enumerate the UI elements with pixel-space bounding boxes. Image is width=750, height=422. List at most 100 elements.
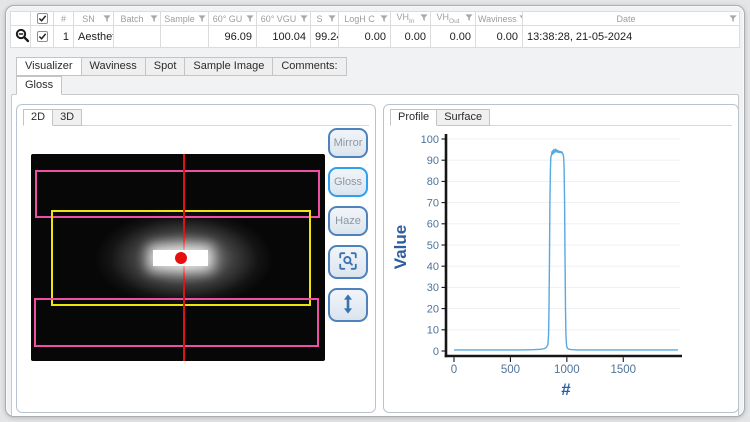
- column-label-batch: Batch: [116, 14, 148, 24]
- cell-loghc: 0.00: [339, 26, 391, 48]
- column-header-vgu60[interactable]: 60° VGU: [257, 12, 311, 26]
- cell-s: 99.24: [311, 26, 339, 48]
- svg-text:100: 100: [421, 134, 439, 146]
- column-label-waviness: Waviness: [478, 14, 517, 24]
- svg-text:500: 500: [501, 364, 520, 376]
- cell-batch: [114, 26, 161, 48]
- filter-icon[interactable]: [150, 15, 158, 23]
- results-table: #SNBatch Sample 60° GU 60° VGUS LogH C VHIn VH…: [10, 11, 740, 48]
- main-tabstrip: VisualizerWavinessSpotSample ImageCommen…: [10, 57, 740, 76]
- filter-icon[interactable]: [519, 15, 523, 23]
- tab-3d[interactable]: 3D: [52, 109, 82, 126]
- svg-text:10: 10: [427, 325, 439, 337]
- column-header-sample[interactable]: Sample: [161, 12, 209, 26]
- column-label-vhin: VHIn: [393, 12, 418, 25]
- center-marker-dot: [175, 252, 187, 264]
- side-button-column: Mirror Gloss Haze: [328, 128, 368, 322]
- svg-text:20: 20: [427, 303, 439, 315]
- cell-gu60: 96.09: [209, 26, 257, 48]
- filter-icon[interactable]: [420, 14, 428, 22]
- cell-date: 13:38:28, 21-05-2024: [523, 26, 740, 48]
- view-2d-card: 2D3D Mirror Gloss Haze: [16, 104, 376, 413]
- tab-spot[interactable]: Spot: [145, 57, 186, 76]
- vertical-span-button[interactable]: [328, 288, 368, 322]
- svg-text:80: 80: [427, 176, 439, 188]
- filter-icon[interactable]: [300, 15, 308, 23]
- row-select-checkbox[interactable]: [37, 31, 48, 42]
- tab-profile[interactable]: Profile: [390, 109, 437, 126]
- column-header-vhin[interactable]: VHIn: [391, 12, 431, 26]
- cell-sn: Aesthetix: [74, 26, 114, 48]
- cell-num: 1: [54, 26, 74, 48]
- roi-pink-bottom: [34, 298, 319, 347]
- view-tabstrip: 2D3D: [23, 109, 369, 126]
- sample-camera-image[interactable]: [31, 154, 325, 361]
- column-header-vhout[interactable]: VHOut: [431, 12, 476, 26]
- column-header-loghc[interactable]: LogH C: [339, 12, 391, 26]
- zoom-region-icon: [337, 250, 359, 275]
- column-label-date: Date: [525, 14, 727, 24]
- app-window: #SNBatchSample60° GU60° VGUSLogH CVHInVH…: [5, 5, 745, 417]
- y-axis-label: Value: [391, 225, 410, 269]
- mirror-button[interactable]: Mirror: [328, 128, 368, 158]
- cell-vgu60: 100.04: [257, 26, 311, 48]
- cell-select[interactable]: [31, 26, 54, 48]
- svg-text:30: 30: [427, 282, 439, 294]
- column-label-loghc: LogH C: [341, 14, 378, 24]
- gloss-button[interactable]: Gloss: [328, 167, 368, 197]
- column-label-s: S: [313, 14, 326, 24]
- select-all-checkbox[interactable]: [37, 13, 48, 24]
- svg-text:0: 0: [451, 364, 457, 376]
- column-header-batch[interactable]: Batch: [114, 12, 161, 26]
- chart-tabstrip: ProfileSurface: [390, 109, 732, 126]
- x-axis-label: #: [561, 380, 571, 399]
- cell-rowheader[interactable]: [11, 26, 31, 48]
- cell-vhin: 0.00: [391, 26, 431, 48]
- column-header-date[interactable]: Date: [523, 12, 740, 26]
- vertical-span-icon: [337, 293, 359, 318]
- tab-2d[interactable]: 2D: [23, 109, 53, 126]
- filter-icon[interactable]: [198, 15, 206, 23]
- filter-icon[interactable]: [465, 14, 473, 22]
- filter-icon[interactable]: [328, 15, 336, 23]
- tab-surface[interactable]: Surface: [436, 109, 490, 126]
- filter-icon[interactable]: [103, 15, 111, 23]
- column-label-gu60: 60° GU: [211, 14, 244, 24]
- tab-sample-image[interactable]: Sample Image: [184, 57, 273, 76]
- column-header-s[interactable]: S: [311, 12, 339, 26]
- cell-waviness: 0.00: [476, 26, 523, 48]
- table-header-row: #SNBatch Sample 60° GU 60° VGUS LogH C VHIn VH…: [11, 12, 740, 26]
- column-header-num[interactable]: #: [54, 12, 74, 26]
- column-header-select[interactable]: [31, 12, 54, 26]
- tab-visualizer[interactable]: Visualizer: [16, 57, 82, 76]
- column-header-rowheader: [11, 12, 31, 26]
- filter-icon[interactable]: [729, 15, 737, 23]
- column-label-vhout: VHOut: [433, 12, 463, 25]
- svg-text:70: 70: [427, 197, 439, 209]
- column-label-num: #: [56, 14, 71, 24]
- haze-button[interactable]: Haze: [328, 206, 368, 236]
- column-label-sample: Sample: [163, 14, 196, 24]
- svg-text:1000: 1000: [554, 364, 580, 376]
- svg-text:0: 0: [433, 346, 439, 358]
- tab-gloss[interactable]: Gloss: [16, 76, 62, 95]
- svg-text:40: 40: [427, 261, 439, 273]
- column-header-sn[interactable]: SN: [74, 12, 114, 26]
- zoom-out-row-icon[interactable]: [15, 34, 30, 46]
- zoom-region-button[interactable]: [328, 245, 368, 279]
- filter-icon[interactable]: [380, 15, 388, 23]
- column-header-waviness[interactable]: Waviness: [476, 12, 523, 26]
- cell-vhout: 0.00: [431, 26, 476, 48]
- tab-comments[interactable]: Comments:: [272, 57, 346, 76]
- svg-text:50: 50: [427, 240, 439, 252]
- svg-text:90: 90: [427, 155, 439, 167]
- svg-text:60: 60: [427, 219, 439, 231]
- cell-sample: [161, 26, 209, 48]
- tab-waviness[interactable]: Waviness: [81, 57, 146, 76]
- visualizer-panel: 2D3D Mirror Gloss Haze: [11, 94, 739, 417]
- profile-line-chart[interactable]: 0102030405060708090100050010001500Value#: [384, 125, 738, 412]
- gloss-tabstrip: Gloss: [10, 76, 740, 95]
- table-row[interactable]: 1Aesthetix96.09100.0499.240.000.000.000.…: [11, 26, 740, 48]
- column-header-gu60[interactable]: 60° GU: [209, 12, 257, 26]
- filter-icon[interactable]: [246, 15, 254, 23]
